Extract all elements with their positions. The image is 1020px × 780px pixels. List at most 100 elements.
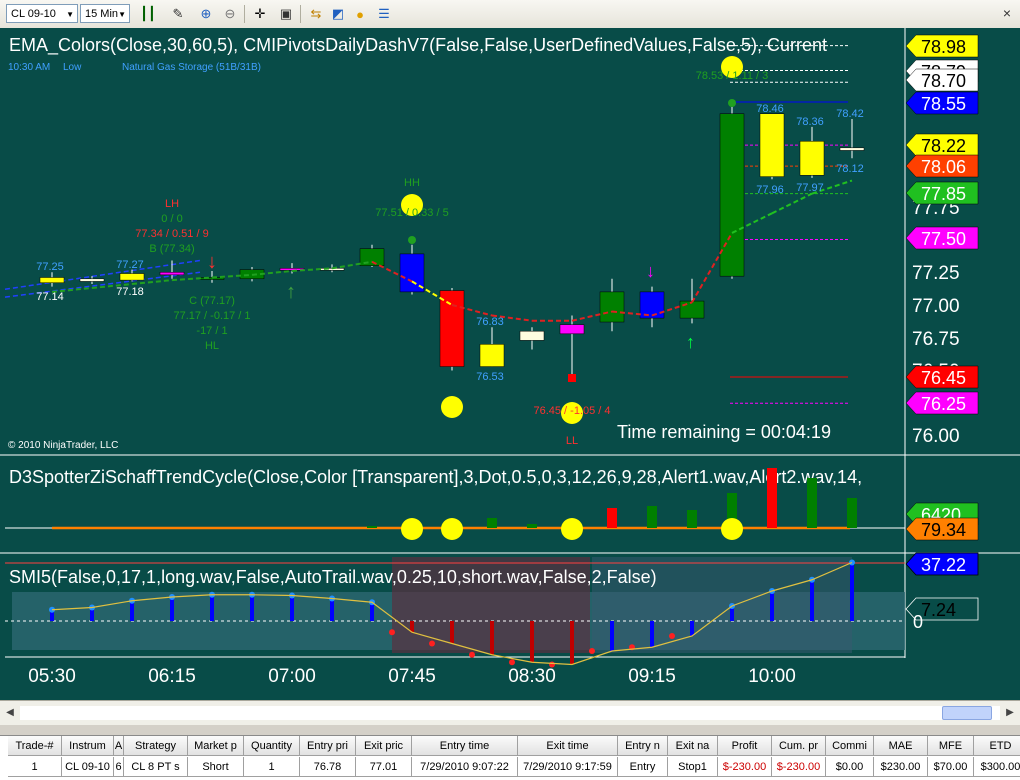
ll-values-label: 76.45 / -1.05 / 4 [533,405,610,417]
candle[interactable] [79,276,105,285]
b-label: B (77.34) [149,243,194,255]
price-point-label: 77.27 [116,259,144,271]
scroll-thumb[interactable] [942,706,992,720]
table-header-cell[interactable]: MFE [928,736,974,756]
price-axis-tick: 76.75 [912,329,960,350]
smi-dot [669,633,675,639]
price-marker-label: 76.25 [905,391,979,415]
schaff-bar [687,510,697,528]
table-header-cell[interactable]: Market p [188,736,244,756]
svg-text:7.24: 7.24 [921,600,956,620]
candle[interactable] [799,126,825,178]
table-header-cell[interactable]: Entry pri [300,736,356,756]
table-cell: 7/29/2010 9:17:59 [518,757,618,777]
table-header-cell[interactable]: Entry n [618,736,668,756]
properties-icon[interactable]: ☰ [374,4,394,24]
svg-text:78.06: 78.06 [921,157,966,177]
smi-dot [589,648,595,654]
table-header-cell[interactable]: Commi [826,736,874,756]
candle[interactable] [479,327,505,367]
table-cell: $300.00 [974,757,1020,777]
time-axis-tick: 05:30 [28,666,76,687]
strategy-icon[interactable]: ● [350,4,370,24]
instrument-selector[interactable]: CL 09-10 ▼ [6,4,78,23]
table-header-cell[interactable]: Trade-# [8,736,62,756]
candle[interactable] [519,327,545,350]
schaff-bar [647,506,657,528]
price-point-label: 77.96 [756,184,784,196]
interval-text: 15 Min [85,8,119,20]
table-header-cell[interactable]: ETD [974,736,1020,756]
candle[interactable] [719,104,745,279]
candle-body [599,291,625,323]
schaff-bar [807,478,817,528]
candle[interactable] [839,118,865,159]
table-header-cell[interactable]: Exit na [668,736,718,756]
table-header-cell[interactable]: Exit pric [356,736,412,756]
scroll-track[interactable] [20,706,1000,720]
svg-text:76.25: 76.25 [921,394,966,414]
candle[interactable] [119,269,145,282]
horizontal-scrollbar[interactable]: ◀ ▶ [0,700,1020,725]
candle[interactable] [599,278,625,332]
bar-type-icon[interactable]: ┃┃ [138,4,158,24]
table-cell: $0.00 [826,757,874,777]
table-header-cell[interactable]: Instrum [62,736,114,756]
indicator-icon[interactable]: ◩ [328,4,348,24]
hh-label: HH [404,177,420,189]
svg-text:76.45: 76.45 [921,368,966,388]
candle[interactable] [39,272,65,287]
c-values-label-2: -17 / 1 [196,325,227,337]
interval-selector[interactable]: 15 Min ▼ [80,4,130,23]
candle-body [839,147,865,151]
chart-area[interactable]: ↓ ↑ ↓ ↑ LH 0 / 0 77.34 / 0.51 / 9 B (77.34) HH 77… [0,28,1020,700]
drawing-tool-icon[interactable]: ✎ [168,4,188,24]
svg-text:78.55: 78.55 [921,94,966,114]
scroll-right-icon[interactable]: ▶ [1002,705,1018,721]
table-header-cell[interactable]: Strategy [124,736,188,756]
table-cell: 6 [114,757,124,777]
candle[interactable] [759,113,785,180]
data-box-icon[interactable]: ▣ [276,4,296,24]
candle[interactable] [559,315,585,378]
chevron-down-icon: ▼ [66,10,74,19]
candle[interactable] [279,263,305,274]
ll-label: LL [566,435,578,447]
table-header-cell[interactable]: A [114,736,124,756]
candle-body [639,291,665,319]
candle[interactable] [359,244,385,268]
trades-table: Trade-# Instrum A Strategy Market p Quantity E… [0,735,1020,780]
table-cell: Short [188,757,244,777]
svg-text:78.22: 78.22 [921,136,966,156]
candle[interactable] [639,286,665,328]
price-point-label: 78.36 [796,116,824,128]
schaff-panel-title: D3SpotterZiSchaffTrendCycle(Close,Color … [9,467,862,487]
table-header-cell[interactable]: Profit [718,736,772,756]
time-axis-tick: 09:15 [628,666,676,687]
table-header-cell[interactable]: Exit time [518,736,618,756]
chevron-down-icon: ▼ [118,10,126,19]
zoom-in-icon[interactable]: ⊕ [196,4,216,24]
schaff-bar [607,508,617,528]
info-time: 10:30 AM [8,62,50,73]
crosshair-icon[interactable]: ✛ [250,4,270,24]
chart-canvas[interactable]: ↓ ↑ ↓ ↑ LH 0 / 0 77.34 / 0.51 / 9 B (77.34) HH 77… [0,28,1020,700]
instrument-list-icon[interactable]: ⇆ [306,4,326,24]
table-cell: CL 8 PT s [124,757,188,777]
table-cell: $230.00 [874,757,928,777]
table-header-cell[interactable]: MAE [874,736,928,756]
candle-body [439,290,465,367]
price-point-label: 77.14 [36,291,64,303]
trend-channel-line [4,271,201,298]
price-point-label: 76.53 [476,371,504,383]
svg-text:77.85: 77.85 [921,184,966,204]
table-header-cell[interactable]: Cum. pr [772,736,826,756]
zoom-out-icon[interactable]: ⊖ [220,4,240,24]
table-cell: $-230.00 [772,757,826,777]
close-icon[interactable]: × [998,4,1016,22]
table-header-cell[interactable]: Quantity [244,736,300,756]
table-header-cell[interactable]: Entry time [412,736,518,756]
lh-ratio-label: 0 / 0 [161,213,182,225]
scroll-left-icon[interactable]: ◀ [2,705,18,721]
copyright-text: © 2010 NinjaTrader, LLC [8,440,118,451]
